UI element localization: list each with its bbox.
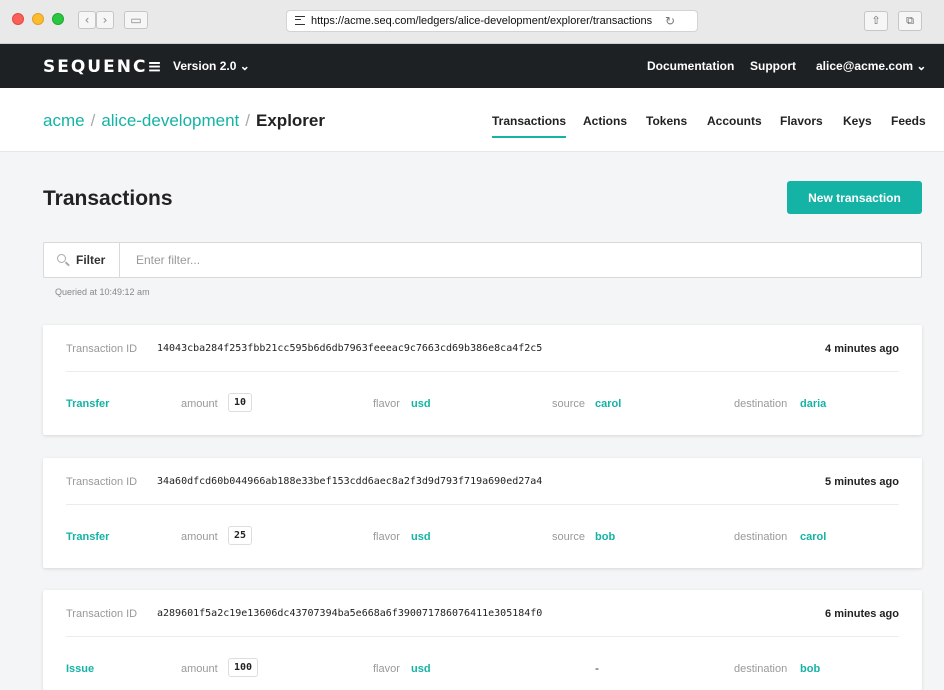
forward-button[interactable]: › [96, 11, 114, 29]
close-window-icon[interactable] [12, 13, 24, 25]
source-empty: - [595, 661, 599, 675]
reader-icon[interactable] [295, 16, 305, 25]
search-icon [57, 254, 66, 263]
tab-keys[interactable]: Keys [843, 114, 872, 128]
filter-bar: Filter [43, 242, 922, 278]
amount-label: amount [181, 531, 218, 543]
action-type-link[interactable]: Issue [66, 663, 94, 675]
action-type-link[interactable]: Transfer [66, 398, 109, 410]
tab-accounts[interactable]: Accounts [707, 114, 762, 128]
flavor-link[interactable]: usd [411, 663, 431, 675]
transaction-id[interactable]: a289601f5a2c19e13606dc43707394ba5e668a6f… [157, 608, 542, 619]
minimize-window-icon[interactable] [32, 13, 44, 25]
source-account-link[interactable]: carol [595, 398, 621, 410]
url-text: https://acme.seq.com/ledgers/alice-devel… [311, 15, 653, 27]
breadcrumb-org[interactable]: acme [43, 111, 85, 130]
transaction-id-label: Transaction ID [66, 343, 138, 355]
zoom-window-icon[interactable] [52, 13, 64, 25]
app-header: SEQUENC≡ Version 2.0 ⌄ Documentation Sup… [0, 44, 944, 88]
documentation-link[interactable]: Documentation [647, 59, 734, 73]
flavor-label: flavor [373, 531, 400, 543]
user-menu[interactable]: alice@acme.com ⌄ [816, 59, 926, 73]
flavor-link[interactable]: usd [411, 531, 431, 543]
transaction-header: Transaction ID a289601f5a2c19e13606dc437… [66, 590, 899, 637]
destination-label: destination [734, 663, 788, 675]
share-icon[interactable]: ⇧ [864, 11, 888, 31]
subheader: acme / alice-development / Explorer Transact… [0, 88, 944, 152]
destination-label: destination [734, 398, 788, 410]
page-title: Transactions [43, 187, 173, 210]
source-account-link[interactable]: bob [595, 531, 615, 543]
amount-label: amount [181, 398, 218, 410]
destination-account-link[interactable]: carol [800, 531, 826, 543]
tab-flavors[interactable]: Flavors [780, 114, 823, 128]
breadcrumb-separator: / [245, 111, 251, 130]
filter-label: Filter [44, 243, 120, 277]
transaction-header: Transaction ID 14043cba284f253fbb21cc595… [66, 325, 899, 372]
tab-feeds[interactable]: Feeds [891, 114, 926, 128]
breadcrumb-separator: / [90, 111, 96, 130]
action-type-link[interactable]: Transfer [66, 531, 109, 543]
destination-account-link[interactable]: bob [800, 663, 820, 675]
source-label: source [552, 531, 586, 543]
amount-value: 25 [228, 526, 253, 545]
breadcrumb-current: Explorer [256, 111, 325, 130]
destination-account-link[interactable]: daria [800, 398, 826, 410]
filter-input[interactable] [124, 243, 914, 277]
queried-time: Queried at 10:49:12 am [55, 287, 150, 297]
flavor-link[interactable]: usd [411, 398, 431, 410]
transaction-card: Transaction ID a289601f5a2c19e13606dc437… [43, 590, 922, 690]
transaction-time: 4 minutes ago [825, 343, 899, 355]
reload-icon[interactable]: ↻ [665, 11, 675, 31]
amount-label: amount [181, 663, 218, 675]
browser-chrome: ‹ › ▭ https://acme.seq.com/ledgers/alice… [0, 0, 944, 44]
tab-transactions[interactable]: Transactions [492, 114, 567, 138]
tabs-icon[interactable]: ⧉ [898, 11, 922, 31]
flavor-label: flavor [373, 663, 400, 675]
breadcrumb: acme / alice-development / Explorer [43, 111, 325, 131]
transaction-id[interactable]: 34a60dfcd60b044966ab188e33bef153cdd6aec8… [157, 476, 542, 487]
transaction-card: Transaction ID 14043cba284f253fbb21cc595… [43, 325, 922, 435]
new-transaction-button[interactable]: New transaction [787, 181, 922, 214]
amount-value: 10 [228, 393, 253, 412]
destination-label: destination [734, 531, 788, 543]
transaction-id-label: Transaction ID [66, 476, 138, 488]
filter-label-text: Filter [76, 253, 106, 267]
breadcrumb-ledger[interactable]: alice-development [101, 111, 239, 130]
transaction-id-label: Transaction ID [66, 608, 138, 620]
transaction-card: Transaction ID 34a60dfcd60b044966ab188e3… [43, 458, 922, 568]
support-link[interactable]: Support [750, 59, 796, 73]
tab-tokens[interactable]: Tokens [646, 114, 687, 128]
sidebar-toggle-icon[interactable]: ▭ [124, 11, 148, 29]
address-bar[interactable]: https://acme.seq.com/ledgers/alice-devel… [286, 10, 698, 32]
transaction-header: Transaction ID 34a60dfcd60b044966ab188e3… [66, 458, 899, 505]
back-button[interactable]: ‹ [78, 11, 96, 29]
sequence-logo[interactable]: SEQUENC≡ [43, 57, 164, 77]
source-label: source [552, 398, 586, 410]
version-dropdown[interactable]: Version 2.0 ⌄ [173, 59, 250, 73]
transaction-time: 5 minutes ago [825, 476, 899, 488]
transaction-id[interactable]: 14043cba284f253fbb21cc595b6d6db7963feeea… [157, 343, 542, 354]
flavor-label: flavor [373, 398, 400, 410]
amount-value: 100 [228, 658, 259, 677]
transaction-time: 6 minutes ago [825, 608, 899, 620]
tab-actions[interactable]: Actions [583, 114, 627, 128]
